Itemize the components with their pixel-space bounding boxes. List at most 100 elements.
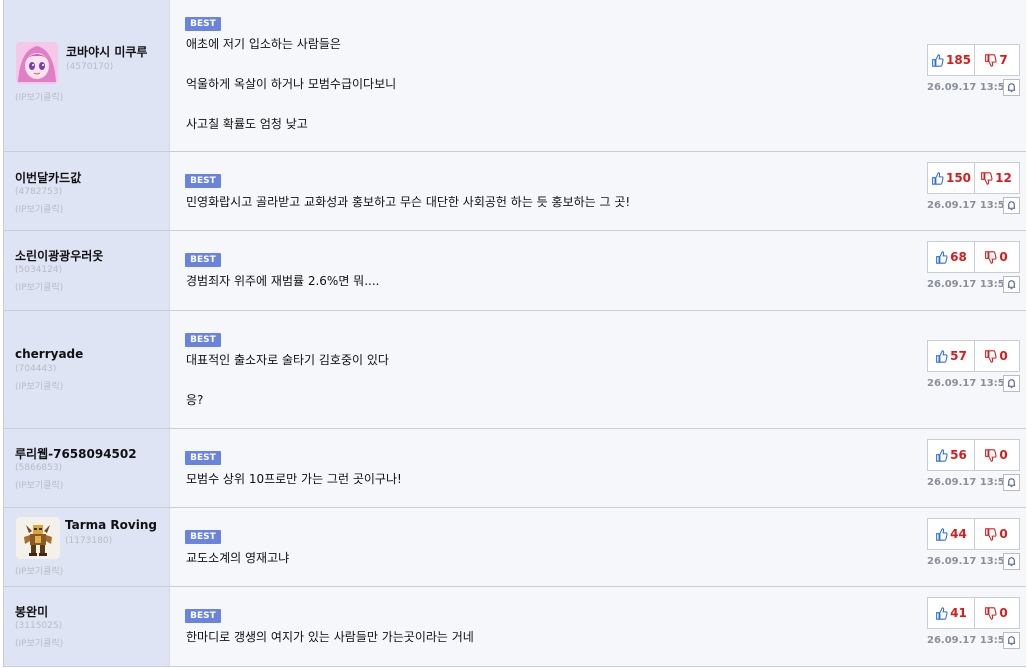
upvote-count: 56 <box>950 448 967 462</box>
report-button[interactable] <box>1003 553 1020 570</box>
thumb-down-icon <box>985 349 997 363</box>
ip-view-link[interactable]: (IP보기클릭) <box>15 90 63 103</box>
comment-body: BEST 애초에 저기 입소하는 사람들은 억울하게 옥살이 하거나 모범수급이… <box>169 0 1026 151</box>
downvote-count: 12 <box>995 171 1012 185</box>
comment-user-id: (1173180) <box>65 536 113 546</box>
thumb-up-icon <box>932 171 944 185</box>
upvote-button[interactable]: 57 <box>928 341 975 371</box>
comment-author-panel: 소린이광광우러옷 (5034124) (IP보기클릭) <box>3 231 169 310</box>
vote-box: 44 0 <box>927 518 1020 550</box>
downvote-button[interactable]: 12 <box>973 163 1019 193</box>
vote-box: 150 12 <box>927 162 1020 194</box>
ip-view-link[interactable]: (IP보기클릭) <box>15 564 63 577</box>
downvote-button[interactable]: 0 <box>973 242 1019 272</box>
comment-nickname[interactable]: cherryade <box>15 347 83 361</box>
thumb-up-icon <box>932 53 944 67</box>
upvote-button[interactable]: 68 <box>928 242 975 272</box>
ip-view-link[interactable]: (IP보기클릭) <box>15 202 63 215</box>
comment-row: 소린이광광우러옷 (5034124) (IP보기클릭) BEST 경범죄자 위주… <box>3 231 1026 311</box>
comment-text: 민영화랍시고 골라받고 교화성과 홍보하고 무슨 대단한 사회공헌 하는 듯 홍… <box>186 195 631 209</box>
downvote-button[interactable]: 0 <box>973 598 1019 628</box>
downvote-button[interactable]: 0 <box>973 440 1019 470</box>
ip-view-link[interactable]: (IP보기클릭) <box>15 478 63 491</box>
comment-text: 애초에 저기 입소하는 사람들은 <box>186 37 341 51</box>
upvote-count: 150 <box>945 171 972 185</box>
thumb-up-icon <box>936 250 948 264</box>
comment-row: 봉완미 (3115025) (IP보기클릭) BEST 한마디로 갱생의 여지가… <box>3 587 1026 667</box>
comment-nickname[interactable]: 이번달카드값 <box>15 169 81 186</box>
best-badge: BEST <box>185 609 221 623</box>
best-badge: BEST <box>185 174 221 188</box>
comment-author-panel: 이번달카드값 (4782753) (IP보기클릭) <box>3 152 169 230</box>
comment-text: 경범죄자 위주에 재범률 2.6%면 뭐.... <box>186 274 380 288</box>
comment-nickname[interactable]: 루리웹-7658094502 <box>15 445 137 462</box>
comment-row: 이번달카드값 (4782753) (IP보기클릭) BEST 민영화랍시고 골라… <box>3 152 1026 231</box>
thumb-down-icon <box>985 250 997 264</box>
thumb-up-icon <box>936 606 948 620</box>
comment-date: 26.09.17 13:52 <box>927 279 1012 290</box>
downvote-button[interactable]: 0 <box>973 341 1019 371</box>
comment-date: 26.09.17 13:51 <box>927 556 1012 567</box>
comment-nickname[interactable]: 소린이광광우러옷 <box>15 247 103 264</box>
comment-row: cherryade (704443) (IP보기클릭) BEST 대표적인 출소… <box>3 311 1026 429</box>
comment-user-id: (704443) <box>15 364 57 374</box>
comment-author-panel: 루리웹-7658094502 (5866853) (IP보기클릭) <box>3 429 169 507</box>
comment-body: BEST 한마디로 갱생의 여지가 있는 사람들만 가는곳이라는 거네 41 0… <box>169 587 1026 666</box>
best-badge: BEST <box>185 333 221 347</box>
vote-box: 56 0 <box>927 439 1020 471</box>
upvote-button[interactable]: 56 <box>928 440 975 470</box>
comment-author-panel: Tarma Roving (1173180) (IP보기클릭) <box>3 508 169 586</box>
report-button[interactable] <box>1003 474 1020 491</box>
comment-text: 억울하게 옥살이 하거나 모범수급이다보니 <box>186 77 397 91</box>
comment-date: 26.09.17 13:51 <box>927 477 1012 488</box>
thumb-down-icon <box>985 448 997 462</box>
comment-nickname[interactable]: Tarma Roving <box>65 518 157 532</box>
comment-row: 코바야시 미쿠루 (4570170) (IP보기클릭) BEST 애초에 저기 … <box>3 0 1026 152</box>
comment-author-panel: 봉완미 (3115025) (IP보기클릭) <box>3 587 169 666</box>
anime-girl-avatar-icon[interactable] <box>16 42 58 84</box>
comment-author-panel: 코바야시 미쿠루 (4570170) (IP보기클릭) <box>3 0 169 151</box>
comment-text: 대표적인 출소자로 술타기 김호중이 있다 <box>186 353 389 367</box>
vote-box: 185 7 <box>927 44 1020 76</box>
comment-row: Tarma Roving (1173180) (IP보기클릭) BEST 교도소… <box>3 508 1026 587</box>
ip-view-link[interactable]: (IP보기클릭) <box>15 280 63 293</box>
upvote-count: 41 <box>950 606 967 620</box>
comment-text: 한마디로 갱생의 여지가 있는 사람들만 가는곳이라는 거네 <box>186 630 474 644</box>
pixel-warrior-avatar-icon[interactable] <box>16 517 60 559</box>
downvote-button[interactable]: 7 <box>973 45 1019 75</box>
comment-body: BEST 민영화랍시고 골라받고 교화성과 홍보하고 무슨 대단한 사회공헌 하… <box>169 152 1026 230</box>
ip-view-link[interactable]: (IP보기클릭) <box>15 379 63 392</box>
bell-icon <box>1007 379 1016 389</box>
comment-author-panel: cherryade (704443) (IP보기클릭) <box>3 311 169 428</box>
report-button[interactable] <box>1003 197 1020 214</box>
best-badge: BEST <box>185 253 221 267</box>
comment-user-id: (4782753) <box>15 187 63 197</box>
upvote-count: 44 <box>950 527 967 541</box>
upvote-button[interactable]: 185 <box>928 45 975 75</box>
downvote-count: 0 <box>999 527 1008 541</box>
ip-view-link[interactable]: (IP보기클릭) <box>15 636 63 649</box>
thumb-down-icon <box>985 527 997 541</box>
report-button[interactable] <box>1003 375 1020 392</box>
downvote-count: 0 <box>999 349 1008 363</box>
report-button[interactable] <box>1003 632 1020 649</box>
bell-icon <box>1007 557 1016 567</box>
bell-icon <box>1007 201 1016 211</box>
comment-text: 모범수 상위 10프로만 가는 그런 곳이구나! <box>186 472 402 486</box>
report-button[interactable] <box>1003 79 1020 96</box>
upvote-button[interactable]: 150 <box>928 163 975 193</box>
vote-box: 41 0 <box>927 597 1020 629</box>
comment-user-id: (3115025) <box>15 621 63 631</box>
downvote-button[interactable]: 0 <box>973 519 1019 549</box>
comment-nickname[interactable]: 코바야시 미쿠루 <box>66 43 147 60</box>
comment-nickname[interactable]: 봉완미 <box>15 603 48 620</box>
comment-text: 응? <box>186 393 204 407</box>
comment-text: 사고칠 확률도 엄청 낮고 <box>186 117 308 131</box>
bell-icon <box>1007 83 1016 93</box>
comment-body: BEST 대표적인 출소자로 술타기 김호중이 있다 응? 57 0 26.09… <box>169 311 1026 428</box>
upvote-button[interactable]: 41 <box>928 598 975 628</box>
upvote-button[interactable]: 44 <box>928 519 975 549</box>
comment-user-id: (5866853) <box>15 463 63 473</box>
comment-date: 26.09.17 13:54 <box>927 378 1012 389</box>
report-button[interactable] <box>1003 276 1020 293</box>
